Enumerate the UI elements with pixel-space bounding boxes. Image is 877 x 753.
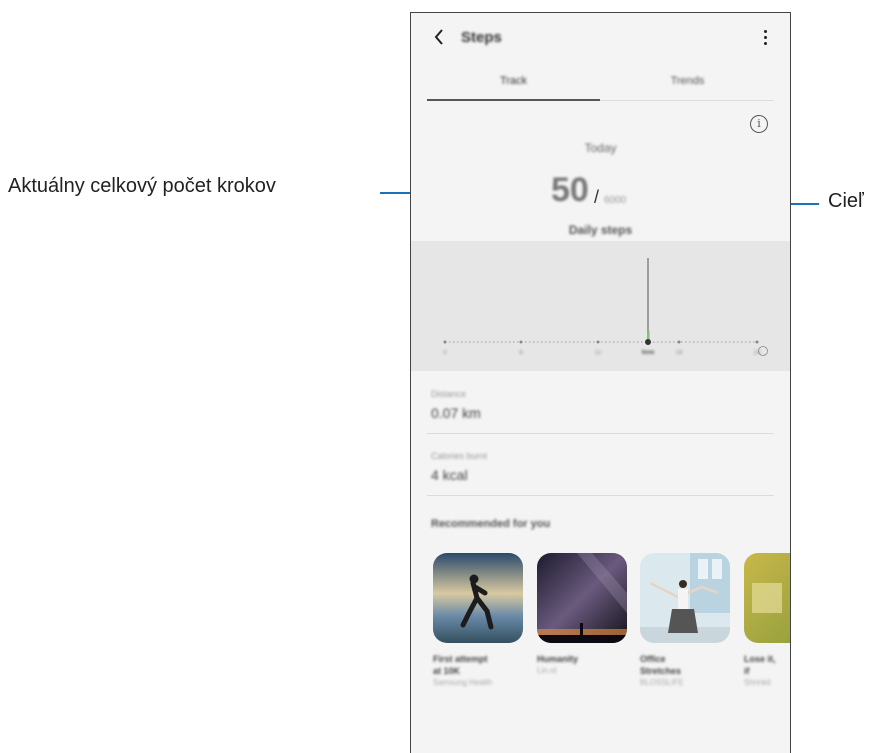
card-source: Shrinkit [744, 678, 771, 687]
divider [427, 495, 774, 496]
tick-label: 12 [595, 350, 602, 356]
card-thumbnail [640, 553, 730, 643]
calories-label: Calories burnt [431, 451, 488, 461]
goal-value: 6000 [604, 195, 627, 206]
back-button[interactable] [427, 25, 451, 49]
divider [427, 433, 774, 434]
card-source: BLOSSLIFE [640, 678, 684, 687]
recommended-card[interactable]: Humanity Lin.ot [537, 553, 627, 675]
tick-label: 24 [754, 350, 761, 356]
current-steps-value: 50 [551, 171, 589, 209]
card-title: Lose it, if [744, 654, 776, 676]
info-icon[interactable]: i [750, 115, 768, 133]
distance-value: 0.07 km [431, 405, 481, 421]
card-title: Humanity [537, 654, 579, 664]
tick-label: 6 [519, 350, 523, 356]
card-title: First attempt at 10K [433, 654, 488, 676]
distance-label: Distance [431, 389, 467, 399]
recommended-card[interactable]: First attempt at 10K Samsung Health [433, 553, 523, 687]
tab-trends[interactable]: Trends [601, 75, 774, 87]
tab-track[interactable]: Track [427, 75, 600, 87]
app-bar: Steps [411, 13, 790, 63]
current-steps-callout: Aktuálny celkový počet krokov [8, 175, 276, 197]
calories-value: 4 kcal [431, 467, 468, 483]
chevron-left-icon [434, 29, 443, 45]
active-tab-indicator [427, 99, 600, 101]
steps-chart: 0 6 12 Now 18 24 [411, 241, 790, 371]
tab-bar: Track Trends [427, 75, 774, 101]
tick-label: 0 [443, 350, 447, 356]
more-vertical-icon [763, 30, 767, 33]
card-thumbnail [537, 553, 627, 643]
recommended-card[interactable]: Office Stretches BLOSSLIFE [640, 553, 730, 687]
card-thumbnail [433, 553, 523, 643]
steps-separator: / [594, 187, 600, 207]
card-source: Lin.ot [537, 666, 557, 675]
recommended-title: Recommended for you [431, 518, 551, 530]
tick-label: 18 [676, 350, 683, 356]
steps-timeline: 0 6 12 Now 18 24 [443, 258, 768, 356]
card-thumbnail [744, 553, 790, 643]
goal-callout: Cieľ [828, 190, 864, 212]
daily-steps-label: Daily steps [568, 223, 633, 237]
page-title: Steps [461, 29, 502, 46]
phone-screen: Steps Track Trends i Today 50 / 6000 Dai… [410, 12, 791, 753]
period-label: Today [584, 141, 617, 155]
card-source: Samsung Health [433, 678, 493, 687]
card-title: Office Stretches [640, 654, 682, 676]
more-options-button[interactable] [760, 27, 770, 49]
current-time-marker [645, 339, 651, 345]
recommended-card[interactable]: Lose it, if Shrinkit [744, 553, 790, 687]
tick-label-now: Now [642, 350, 655, 356]
